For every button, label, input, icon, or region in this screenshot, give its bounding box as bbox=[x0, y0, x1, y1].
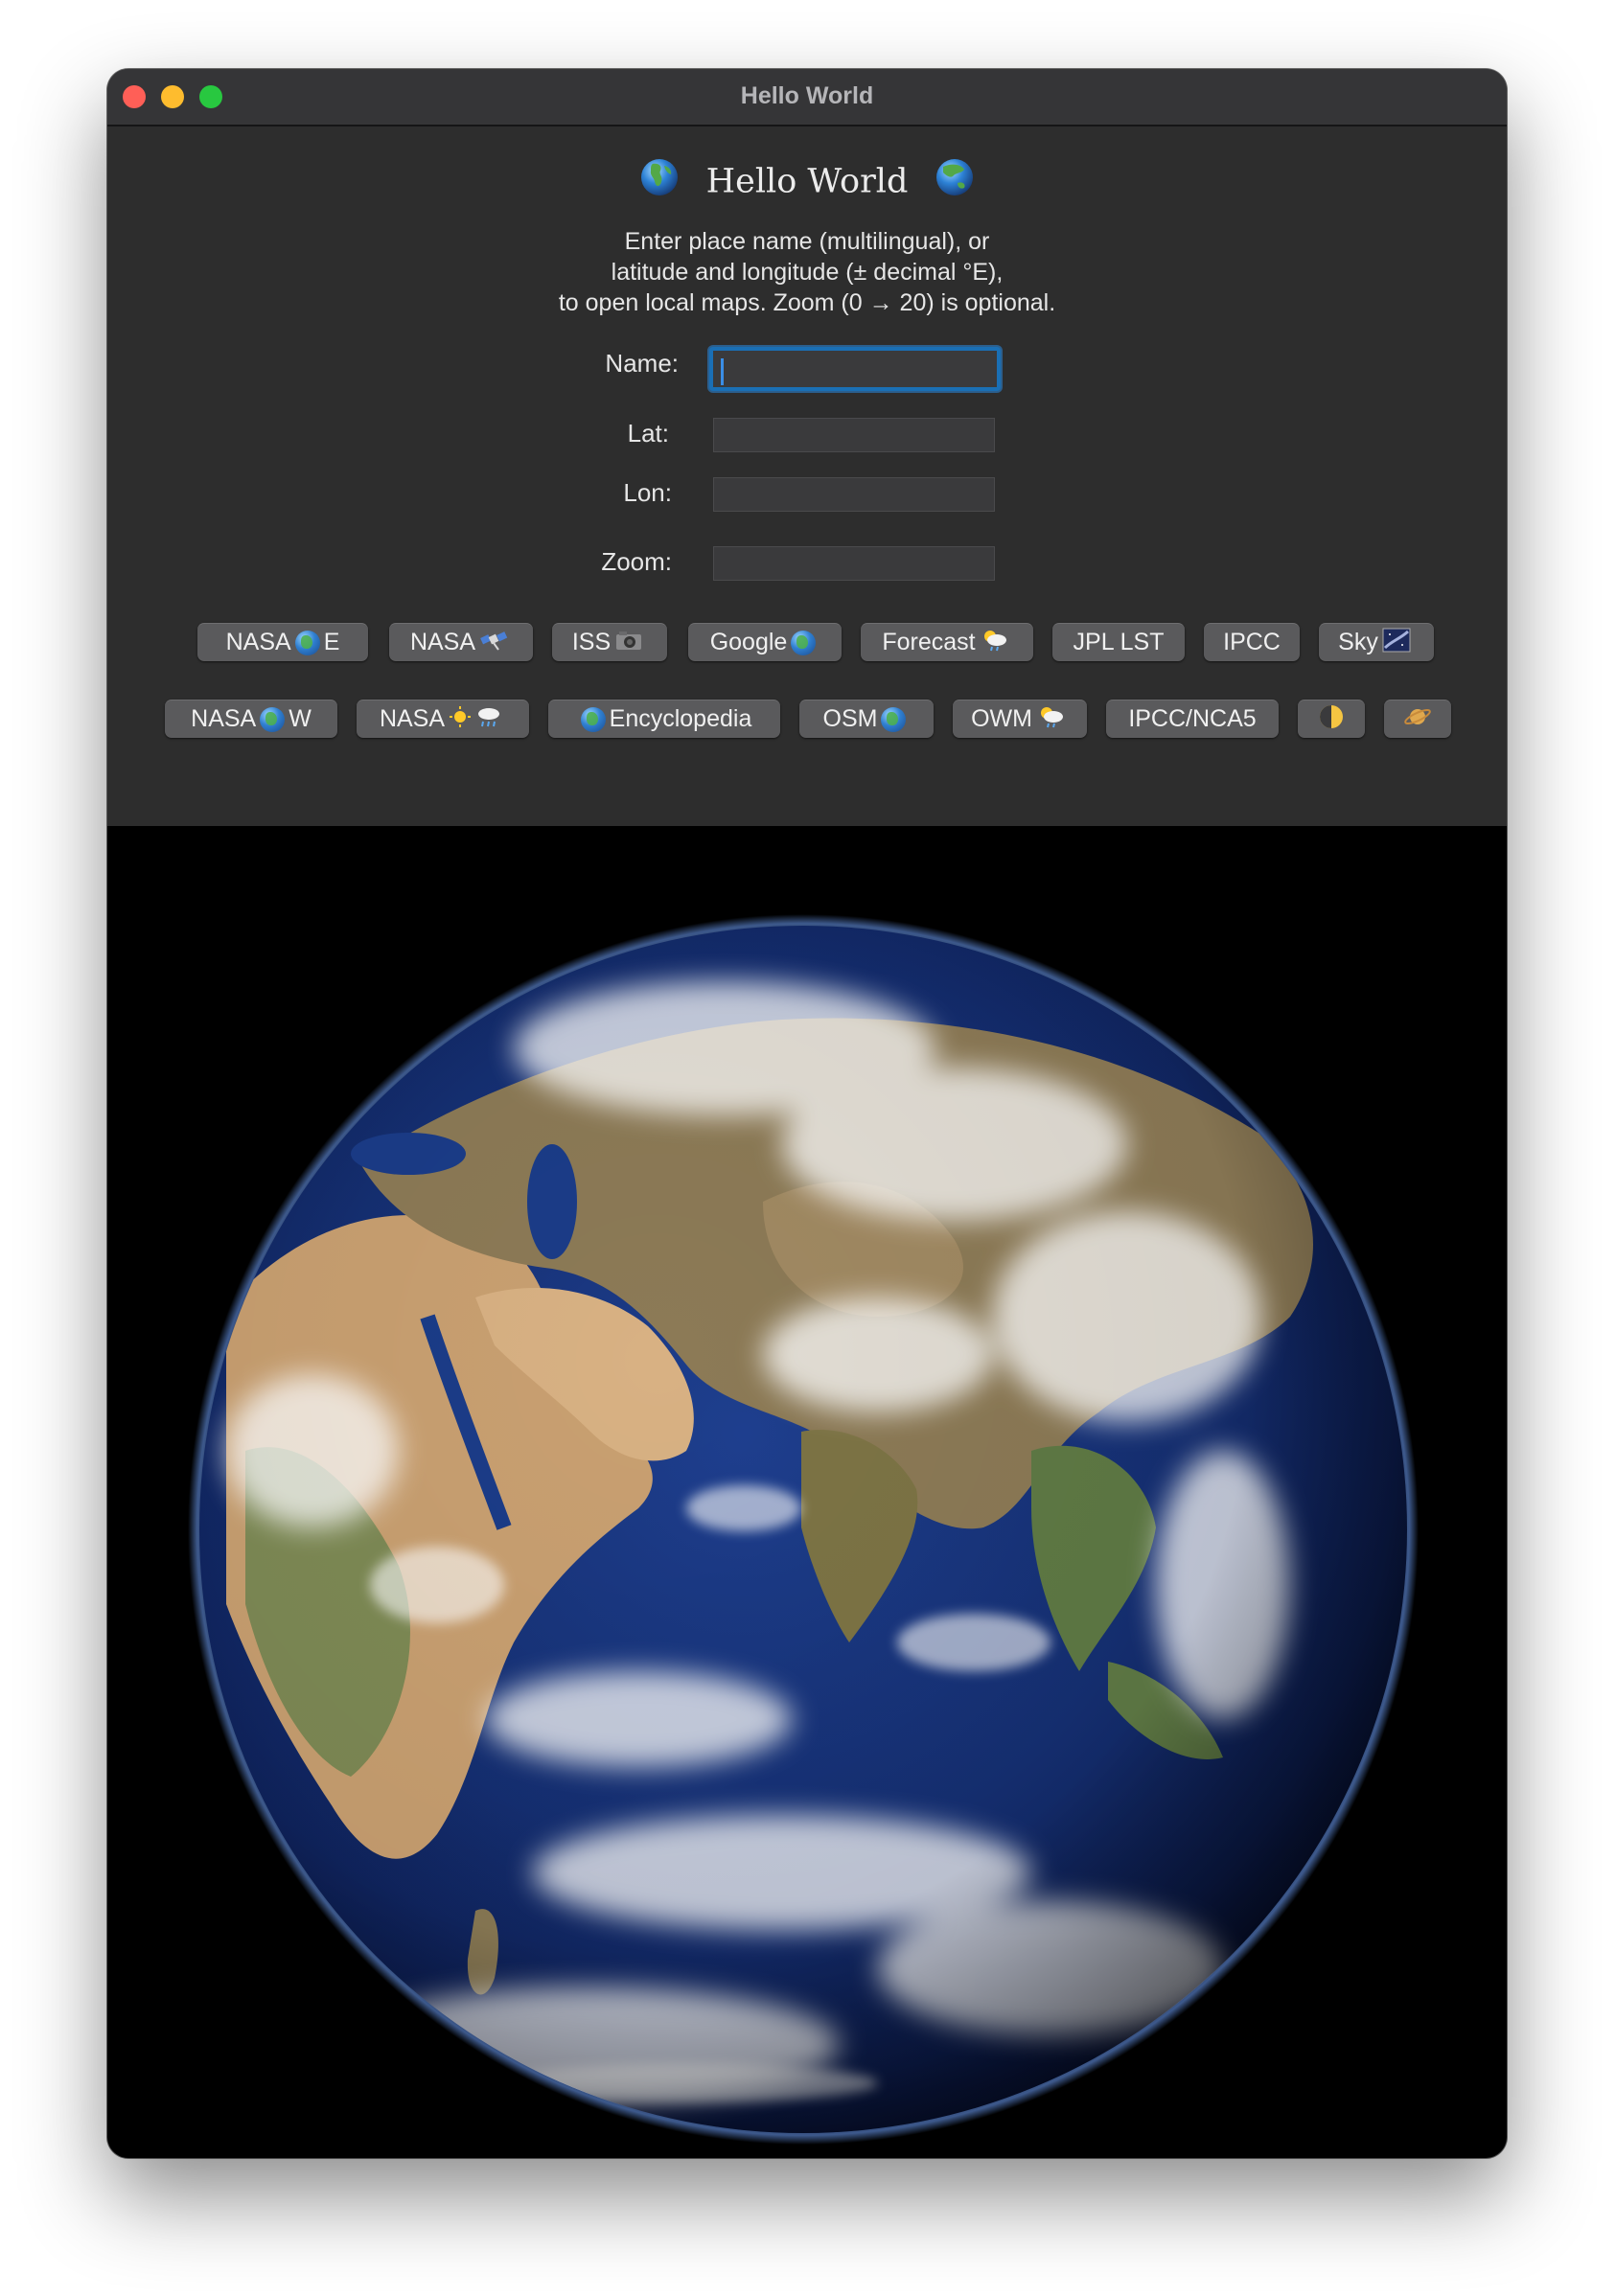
name-label: Name: bbox=[605, 349, 679, 378]
text-caret bbox=[721, 358, 724, 385]
sun-behind-rain-icon bbox=[980, 628, 1008, 658]
moon-icon bbox=[1317, 702, 1346, 737]
heading-text: Hello World bbox=[705, 162, 909, 201]
button-label: JPL LST bbox=[1073, 629, 1165, 655]
link-buttons-row-1: NASA E NASA ISS Google Forecast JPL LST … bbox=[107, 623, 1507, 661]
button-label: IPCC bbox=[1223, 629, 1281, 655]
globe-icon bbox=[881, 706, 907, 733]
button-label: Sky bbox=[1338, 629, 1378, 655]
button-label: NASA bbox=[191, 705, 257, 732]
google-button[interactable]: Google bbox=[688, 623, 842, 661]
zoom-label: Zoom: bbox=[601, 547, 672, 576]
button-suffix: E bbox=[323, 629, 340, 655]
globe-icon bbox=[294, 630, 320, 656]
globe-americas-icon bbox=[260, 706, 286, 733]
link-buttons-row-2: NASA W NASA Encyclopedia OSM OWM IPCC/NC… bbox=[107, 700, 1507, 738]
owm-button[interactable]: OWM bbox=[953, 700, 1087, 738]
name-input[interactable] bbox=[709, 347, 1001, 391]
earth-globe-image bbox=[188, 914, 1419, 2145]
button-label: Google bbox=[709, 629, 788, 655]
planet-button[interactable] bbox=[1384, 700, 1451, 738]
instructions-line-3: to open local maps. Zoom (0 → 20) is opt… bbox=[558, 289, 1056, 316]
button-label: NASA bbox=[409, 629, 476, 655]
instructions-text: Enter place name (multilingual), or lati… bbox=[107, 226, 1507, 318]
app-window: Hello World Hello World Enter place name… bbox=[107, 69, 1507, 2158]
globe-icon bbox=[791, 630, 817, 656]
button-label: ISS bbox=[571, 629, 612, 655]
button-label: IPCC/NCA5 bbox=[1128, 705, 1257, 732]
ipcc-nca5-button[interactable]: IPCC/NCA5 bbox=[1106, 700, 1279, 738]
camera-icon bbox=[614, 629, 643, 657]
jpl-lst-button[interactable]: JPL LST bbox=[1052, 623, 1185, 661]
sun-behind-rain-icon bbox=[1036, 704, 1065, 735]
nasa-weather-button[interactable]: NASA bbox=[357, 700, 529, 738]
milky-way-icon bbox=[1382, 628, 1411, 658]
sky-button[interactable]: Sky bbox=[1319, 623, 1434, 661]
zoom-input[interactable] bbox=[713, 546, 995, 581]
globe-europe-africa-icon bbox=[639, 157, 680, 206]
button-label: OSM bbox=[822, 705, 878, 732]
earth-image-panel bbox=[107, 826, 1507, 2158]
ipcc-button[interactable]: IPCC bbox=[1204, 623, 1300, 661]
lat-input[interactable] bbox=[713, 418, 995, 452]
button-label: NASA bbox=[225, 629, 291, 655]
instructions-line-1: Enter place name (multilingual), or bbox=[624, 228, 990, 255]
button-label: Encyclopedia bbox=[609, 705, 752, 732]
title-bar[interactable]: Hello World bbox=[107, 69, 1507, 126]
instructions-line-2: latitude and longitude (± decimal °E), bbox=[611, 259, 1004, 286]
sun-and-rain-icon bbox=[449, 704, 502, 735]
nasa-satellite-button[interactable]: NASA bbox=[389, 623, 533, 661]
window-title: Hello World bbox=[740, 82, 874, 109]
lon-label: Lon: bbox=[623, 478, 672, 507]
ringed-planet-icon bbox=[1402, 703, 1433, 736]
page-heading: Hello World bbox=[107, 157, 1507, 206]
button-label: NASA bbox=[379, 705, 446, 732]
nasa-east-button[interactable]: NASA E bbox=[197, 623, 368, 661]
forecast-button[interactable]: Forecast bbox=[861, 623, 1033, 661]
moon-button[interactable] bbox=[1298, 700, 1365, 738]
satellite-icon bbox=[479, 628, 508, 658]
button-label: OWM bbox=[971, 705, 1032, 732]
iss-camera-button[interactable]: ISS bbox=[552, 623, 667, 661]
button-label: Forecast bbox=[882, 629, 976, 655]
button-suffix: W bbox=[289, 705, 312, 732]
encyclopedia-button[interactable]: Encyclopedia bbox=[548, 700, 780, 738]
globe-asia-australia-icon bbox=[935, 157, 975, 206]
lon-input[interactable] bbox=[713, 477, 995, 512]
lat-label: Lat: bbox=[627, 419, 669, 448]
globe-icon bbox=[580, 706, 606, 733]
nasa-west-button[interactable]: NASA W bbox=[165, 700, 337, 738]
osm-button[interactable]: OSM bbox=[799, 700, 934, 738]
